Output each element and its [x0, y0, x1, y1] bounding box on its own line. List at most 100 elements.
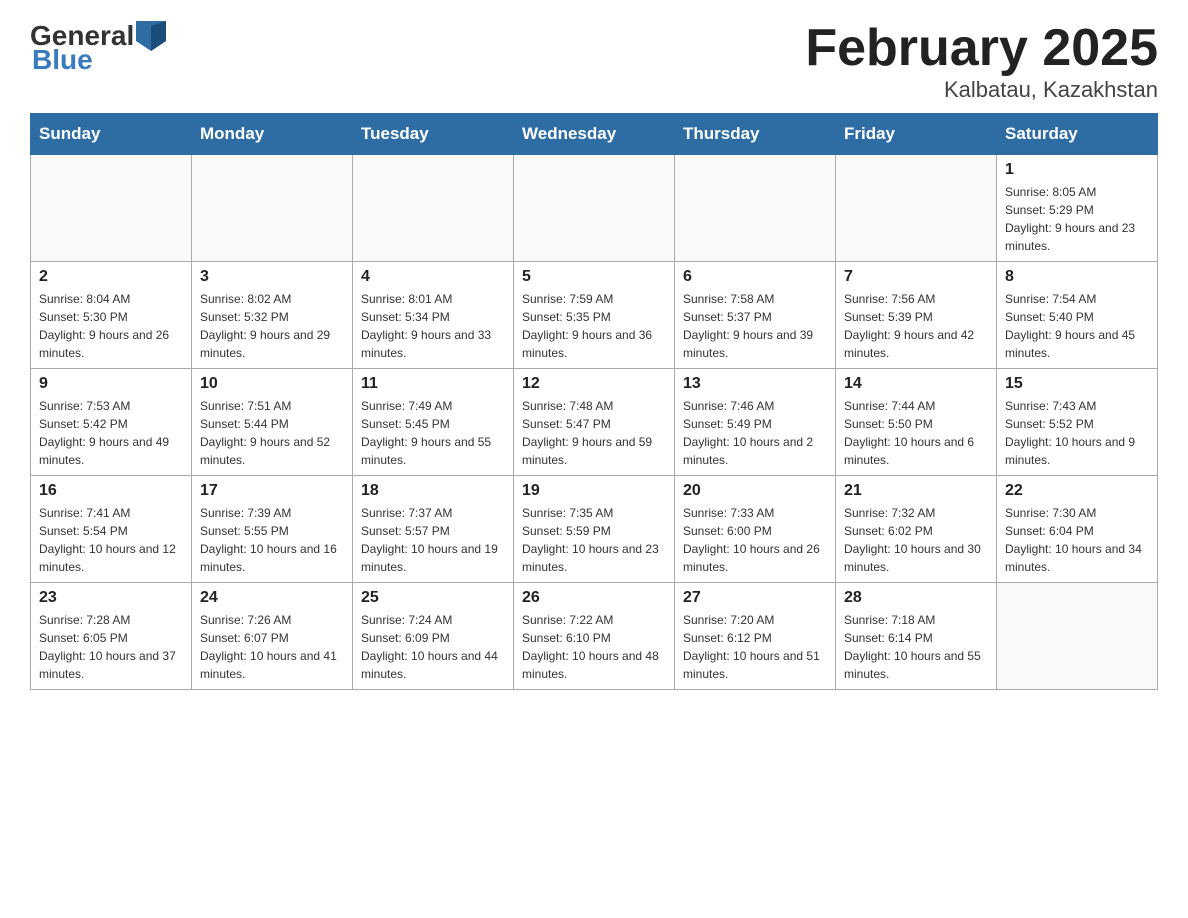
day-info: Sunrise: 7:30 AMSunset: 6:04 PMDaylight:…	[1005, 504, 1149, 576]
day-number: 12	[522, 375, 666, 393]
calendar-cell	[836, 155, 997, 262]
calendar-cell: 8 Sunrise: 7:54 AMSunset: 5:40 PMDaylight…	[997, 262, 1158, 369]
calendar-cell	[31, 155, 192, 262]
day-info: Sunrise: 7:54 AMSunset: 5:40 PMDaylight:…	[1005, 290, 1149, 362]
calendar-cell: 16 Sunrise: 7:41 AMSunset: 5:54 PMDayligh…	[31, 476, 192, 583]
calendar-cell: 19 Sunrise: 7:35 AMSunset: 5:59 PMDayligh…	[514, 476, 675, 583]
day-info: Sunrise: 7:28 AMSunset: 6:05 PMDaylight:…	[39, 611, 183, 683]
day-number: 17	[200, 482, 344, 500]
day-number: 21	[844, 482, 988, 500]
location: Kalbatau, Kazakhstan	[805, 77, 1158, 103]
day-info: Sunrise: 7:53 AMSunset: 5:42 PMDaylight:…	[39, 397, 183, 469]
calendar-table: Sunday Monday Tuesday Wednesday Thursday…	[30, 113, 1158, 690]
day-info: Sunrise: 7:58 AMSunset: 5:37 PMDaylight:…	[683, 290, 827, 362]
day-info: Sunrise: 8:04 AMSunset: 5:30 PMDaylight:…	[39, 290, 183, 362]
header-saturday: Saturday	[997, 114, 1158, 155]
calendar-cell: 14 Sunrise: 7:44 AMSunset: 5:50 PMDayligh…	[836, 369, 997, 476]
header-friday: Friday	[836, 114, 997, 155]
calendar-cell: 18Sunrise: 7:37 AMSunset: 5:57 PMDayligh…	[353, 476, 514, 583]
calendar-cell: 10 Sunrise: 7:51 AMSunset: 5:44 PMDayligh…	[192, 369, 353, 476]
title-block: February 2025 Kalbatau, Kazakhstan	[805, 20, 1158, 103]
calendar-cell: 21 Sunrise: 7:32 AMSunset: 6:02 PMDayligh…	[836, 476, 997, 583]
day-number: 15	[1005, 375, 1149, 393]
header-tuesday: Tuesday	[353, 114, 514, 155]
day-number: 28	[844, 589, 988, 607]
day-info: Sunrise: 8:02 AMSunset: 5:32 PMDaylight:…	[200, 290, 344, 362]
calendar-cell: 15 Sunrise: 7:43 AMSunset: 5:52 PMDayligh…	[997, 369, 1158, 476]
day-number: 10	[200, 375, 344, 393]
header-monday: Monday	[192, 114, 353, 155]
calendar-cell: 9 Sunrise: 7:53 AMSunset: 5:42 PMDaylight…	[31, 369, 192, 476]
calendar-week-row: 9 Sunrise: 7:53 AMSunset: 5:42 PMDaylight…	[31, 369, 1158, 476]
day-info: Sunrise: 7:48 AMSunset: 5:47 PMDaylight:…	[522, 397, 666, 469]
day-info: Sunrise: 7:59 AMSunset: 5:35 PMDaylight:…	[522, 290, 666, 362]
calendar-week-row: 23 Sunrise: 7:28 AMSunset: 6:05 PMDayligh…	[31, 583, 1158, 690]
day-info: Sunrise: 7:22 AMSunset: 6:10 PMDaylight:…	[522, 611, 666, 683]
day-info: Sunrise: 7:35 AMSunset: 5:59 PMDaylight:…	[522, 504, 666, 576]
month-title: February 2025	[805, 20, 1158, 77]
header-thursday: Thursday	[675, 114, 836, 155]
calendar-cell: 11 Sunrise: 7:49 AMSunset: 5:45 PMDayligh…	[353, 369, 514, 476]
day-info: Sunrise: 7:41 AMSunset: 5:54 PMDaylight:…	[39, 504, 183, 576]
day-number: 19	[522, 482, 666, 500]
day-number: 2	[39, 268, 183, 286]
day-info: Sunrise: 7:26 AMSunset: 6:07 PMDaylight:…	[200, 611, 344, 683]
day-number: 22	[1005, 482, 1149, 500]
day-number: 27	[683, 589, 827, 607]
calendar-cell	[353, 155, 514, 262]
calendar-cell: 22 Sunrise: 7:30 AMSunset: 6:04 PMDayligh…	[997, 476, 1158, 583]
calendar-cell: 25 Sunrise: 7:24 AMSunset: 6:09 PMDayligh…	[353, 583, 514, 690]
day-number: 13	[683, 375, 827, 393]
calendar-cell: 3Sunrise: 8:02 AMSunset: 5:32 PMDaylight…	[192, 262, 353, 369]
day-number: 25	[361, 589, 505, 607]
calendar-header-row: Sunday Monday Tuesday Wednesday Thursday…	[31, 114, 1158, 155]
day-info: Sunrise: 7:49 AMSunset: 5:45 PMDaylight:…	[361, 397, 505, 469]
day-info: Sunrise: 7:33 AMSunset: 6:00 PMDaylight:…	[683, 504, 827, 576]
calendar-cell: 13 Sunrise: 7:46 AMSunset: 5:49 PMDayligh…	[675, 369, 836, 476]
calendar-cell: 4 Sunrise: 8:01 AMSunset: 5:34 PMDaylight…	[353, 262, 514, 369]
calendar-cell: 24Sunrise: 7:26 AMSunset: 6:07 PMDayligh…	[192, 583, 353, 690]
calendar-cell: 1Sunrise: 8:05 AMSunset: 5:29 PMDaylight…	[997, 155, 1158, 262]
day-number: 23	[39, 589, 183, 607]
day-number: 6	[683, 268, 827, 286]
logo-icon	[136, 21, 166, 51]
day-number: 18	[361, 482, 505, 500]
day-number: 14	[844, 375, 988, 393]
calendar-cell	[514, 155, 675, 262]
day-info: Sunrise: 7:46 AMSunset: 5:49 PMDaylight:…	[683, 397, 827, 469]
day-info: Sunrise: 7:24 AMSunset: 6:09 PMDaylight:…	[361, 611, 505, 683]
day-number: 8	[1005, 268, 1149, 286]
calendar-cell	[997, 583, 1158, 690]
logo-text-blue: Blue	[32, 44, 93, 76]
calendar-week-row: 2 Sunrise: 8:04 AMSunset: 5:30 PMDaylight…	[31, 262, 1158, 369]
day-info: Sunrise: 7:20 AMSunset: 6:12 PMDaylight:…	[683, 611, 827, 683]
day-number: 9	[39, 375, 183, 393]
day-number: 4	[361, 268, 505, 286]
page-header: General Blue February 2025 Kalbatau, Kaz…	[30, 20, 1158, 103]
day-info: Sunrise: 7:44 AMSunset: 5:50 PMDaylight:…	[844, 397, 988, 469]
day-number: 16	[39, 482, 183, 500]
day-number: 11	[361, 375, 505, 393]
day-info: Sunrise: 7:32 AMSunset: 6:02 PMDaylight:…	[844, 504, 988, 576]
calendar-cell: 12 Sunrise: 7:48 AMSunset: 5:47 PMDayligh…	[514, 369, 675, 476]
calendar-cell: 7 Sunrise: 7:56 AMSunset: 5:39 PMDaylight…	[836, 262, 997, 369]
calendar-cell: 5 Sunrise: 7:59 AMSunset: 5:35 PMDaylight…	[514, 262, 675, 369]
day-info: Sunrise: 7:43 AMSunset: 5:52 PMDaylight:…	[1005, 397, 1149, 469]
calendar-cell: 28Sunrise: 7:18 AMSunset: 6:14 PMDayligh…	[836, 583, 997, 690]
calendar-cell: 26Sunrise: 7:22 AMSunset: 6:10 PMDayligh…	[514, 583, 675, 690]
calendar-cell: 23 Sunrise: 7:28 AMSunset: 6:05 PMDayligh…	[31, 583, 192, 690]
calendar-cell	[675, 155, 836, 262]
header-sunday: Sunday	[31, 114, 192, 155]
calendar-week-row: 1Sunrise: 8:05 AMSunset: 5:29 PMDaylight…	[31, 155, 1158, 262]
day-info: Sunrise: 7:51 AMSunset: 5:44 PMDaylight:…	[200, 397, 344, 469]
calendar-cell: 17Sunrise: 7:39 AMSunset: 5:55 PMDayligh…	[192, 476, 353, 583]
calendar-cell: 20Sunrise: 7:33 AMSunset: 6:00 PMDayligh…	[675, 476, 836, 583]
calendar-cell	[192, 155, 353, 262]
day-info: Sunrise: 7:56 AMSunset: 5:39 PMDaylight:…	[844, 290, 988, 362]
calendar-week-row: 16 Sunrise: 7:41 AMSunset: 5:54 PMDayligh…	[31, 476, 1158, 583]
calendar-cell: 6 Sunrise: 7:58 AMSunset: 5:37 PMDaylight…	[675, 262, 836, 369]
day-info: Sunrise: 8:01 AMSunset: 5:34 PMDaylight:…	[361, 290, 505, 362]
day-number: 7	[844, 268, 988, 286]
logo: General Blue	[30, 20, 166, 76]
day-number: 5	[522, 268, 666, 286]
